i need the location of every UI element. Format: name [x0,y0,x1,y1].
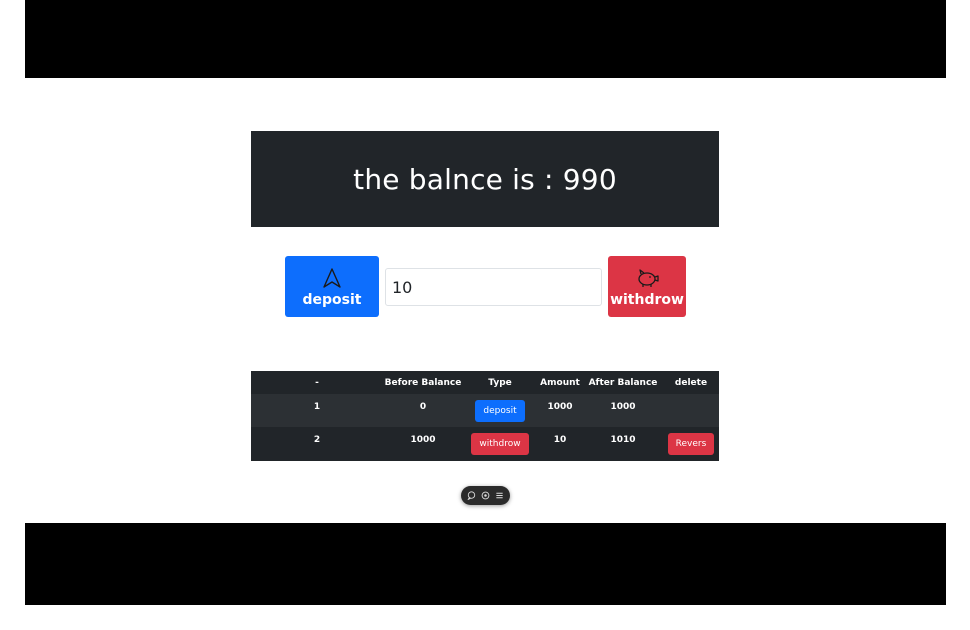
cell-before-balance: 1000 [410,435,436,445]
letterbox-bottom [25,523,946,605]
screen: the balnce is : 990 deposit withdrow [0,0,970,630]
transactions-table: - Before Balance Type Amount After Balan… [251,371,719,461]
cell-delete [663,394,719,427]
cell-before-balance: 0 [419,401,427,412]
deposit-button[interactable]: deposit [285,256,379,317]
cell-after-balance: 1000 [610,401,636,412]
table-row: 1 0 deposit 1000 1000 [251,394,719,427]
withdraw-button[interactable]: withdrow [608,256,686,317]
withdraw-label: withdrow [610,291,684,308]
cell-type: withdrow [463,427,537,461]
cell-index: 1 [313,401,321,412]
header-delete: delete [674,377,708,388]
chat-icon[interactable] [467,491,476,500]
header-amount: Amount [540,377,580,388]
table-header-row: - Before Balance Type Amount After Balan… [251,371,719,394]
piggy-bank-icon [635,266,659,290]
cell-index: 2 [313,435,321,445]
navigation-arrow-icon [321,266,343,290]
menu-icon[interactable] [495,491,504,500]
header-type: Type [488,377,512,388]
table-row: 2 1000 withdrow 10 1010 Revers [251,427,719,461]
eye-icon[interactable] [481,491,490,500]
deposit-label: deposit [302,291,362,308]
header-index: - [315,377,319,388]
amount-input[interactable] [385,268,602,306]
balance-text: the balnce is : 990 [353,162,617,196]
floating-toolbar [461,486,510,505]
cell-amount: 1000 [547,401,573,412]
type-badge-deposit[interactable]: deposit [475,399,525,422]
revers-button[interactable]: Revers [667,433,715,455]
cell-after-balance: 1010 [610,435,636,445]
cell-type: deposit [463,394,537,427]
header-before-balance: Before Balance [384,377,462,388]
cell-delete: Revers [663,427,719,461]
letterbox-top [25,0,946,78]
header-after-balance: After Balance [588,377,658,388]
balance-panel: the balnce is : 990 [251,131,719,227]
type-badge-withdraw[interactable]: withdrow [471,433,529,455]
cell-amount: 10 [553,435,567,445]
